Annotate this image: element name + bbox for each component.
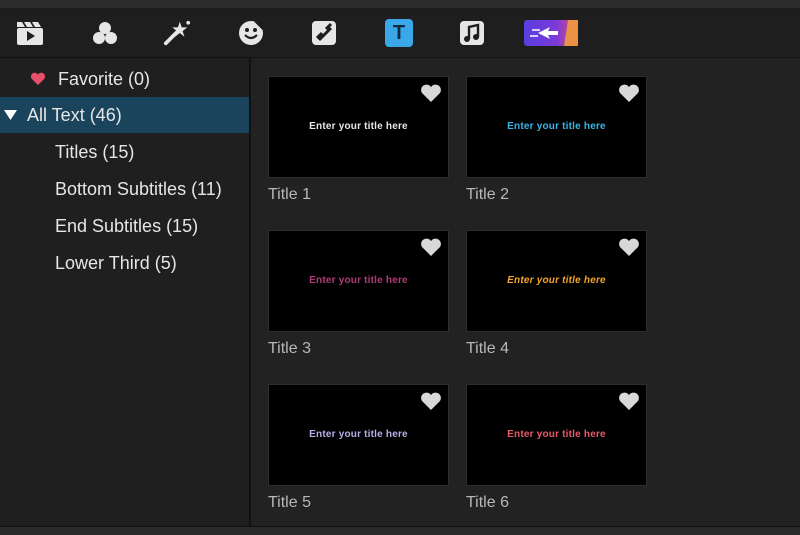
sidebar-item-end-subtitles[interactable]: End Subtitles (15) — [0, 208, 249, 244]
template-card-title-3[interactable]: Enter your title here Title 3 — [268, 230, 449, 358]
template-thumbnail[interactable]: Enter your title here — [466, 384, 647, 486]
sticker-icon[interactable] — [237, 19, 265, 47]
sidebar-item-label: End Subtitles (15) — [55, 215, 199, 236]
magic-wand-icon[interactable] — [163, 19, 191, 47]
sidebar-item-label: Favorite (0) — [58, 68, 151, 89]
resource-toolbar: T — [0, 9, 800, 58]
sidebar-item-all-text[interactable]: All Text (46) — [0, 97, 249, 133]
sidebar-item-favorite[interactable]: Favorite (0) — [0, 61, 249, 97]
sidebar-item-lower-third[interactable]: Lower Third (5) — [0, 245, 249, 281]
template-thumbnail[interactable]: Enter your title here — [466, 76, 647, 178]
template-label: Title 1 — [268, 186, 311, 203]
template-thumbnail[interactable]: Enter your title here — [466, 230, 647, 332]
title-template-grid: Enter your title here Title 1 Enter your… — [251, 58, 800, 534]
sidebar-item-titles[interactable]: Titles (15) — [0, 134, 249, 170]
preview-text: Enter your title here — [309, 275, 408, 286]
transition-icon[interactable] — [310, 19, 338, 47]
media-icon[interactable] — [16, 19, 44, 47]
preview-text: Enter your title here — [507, 121, 606, 132]
sidebar-item-label: All Text (46) — [27, 104, 122, 125]
text-icon[interactable]: T — [385, 19, 413, 47]
sidebar-item-label: Bottom Subtitles (11) — [55, 178, 222, 199]
template-thumbnail[interactable]: Enter your title here — [268, 230, 449, 332]
template-card-title-5[interactable]: Enter your title here Title 5 — [268, 384, 449, 512]
favorite-heart-icon[interactable] — [420, 391, 442, 411]
template-label: Title 3 — [268, 340, 311, 357]
template-label: Title 5 — [268, 494, 311, 511]
template-label: Title 4 — [466, 340, 509, 357]
template-card-title-4[interactable]: Enter your title here Title 4 — [466, 230, 647, 358]
preview-text: Enter your title here — [507, 429, 606, 440]
heart-icon — [30, 72, 46, 86]
effects-icon[interactable] — [91, 19, 119, 47]
template-card-title-6[interactable]: Enter your title here Title 6 — [466, 384, 647, 512]
category-sidebar: Favorite (0) All Text (46) Titles (15) B… — [0, 58, 251, 534]
sidebar-item-label: Titles (15) — [55, 141, 135, 162]
template-label: Title 2 — [466, 186, 509, 203]
preview-text: Enter your title here — [309, 429, 408, 440]
favorite-heart-icon[interactable] — [618, 83, 640, 103]
expanded-triangle-icon[interactable] — [3, 110, 17, 120]
template-card-title-2[interactable]: Enter your title here Title 2 — [466, 76, 647, 204]
music-icon[interactable] — [458, 19, 486, 47]
template-card-title-1[interactable]: Enter your title here Title 1 — [268, 76, 449, 204]
favorite-heart-icon[interactable] — [618, 391, 640, 411]
premium-promo-icon[interactable] — [524, 19, 578, 47]
favorite-heart-icon[interactable] — [618, 237, 640, 257]
favorite-heart-icon[interactable] — [420, 237, 442, 257]
sidebar-item-label: Lower Third (5) — [55, 252, 177, 273]
preview-text: Enter your title here — [309, 121, 408, 132]
template-thumbnail[interactable]: Enter your title here — [268, 384, 449, 486]
sidebar-item-bottom-subtitles[interactable]: Bottom Subtitles (11) — [0, 171, 249, 207]
window-top-edge — [0, 0, 800, 9]
template-thumbnail[interactable]: Enter your title here — [268, 76, 449, 178]
preview-text: Enter your title here — [507, 275, 606, 286]
template-label: Title 6 — [466, 494, 509, 511]
favorite-heart-icon[interactable] — [420, 83, 442, 103]
